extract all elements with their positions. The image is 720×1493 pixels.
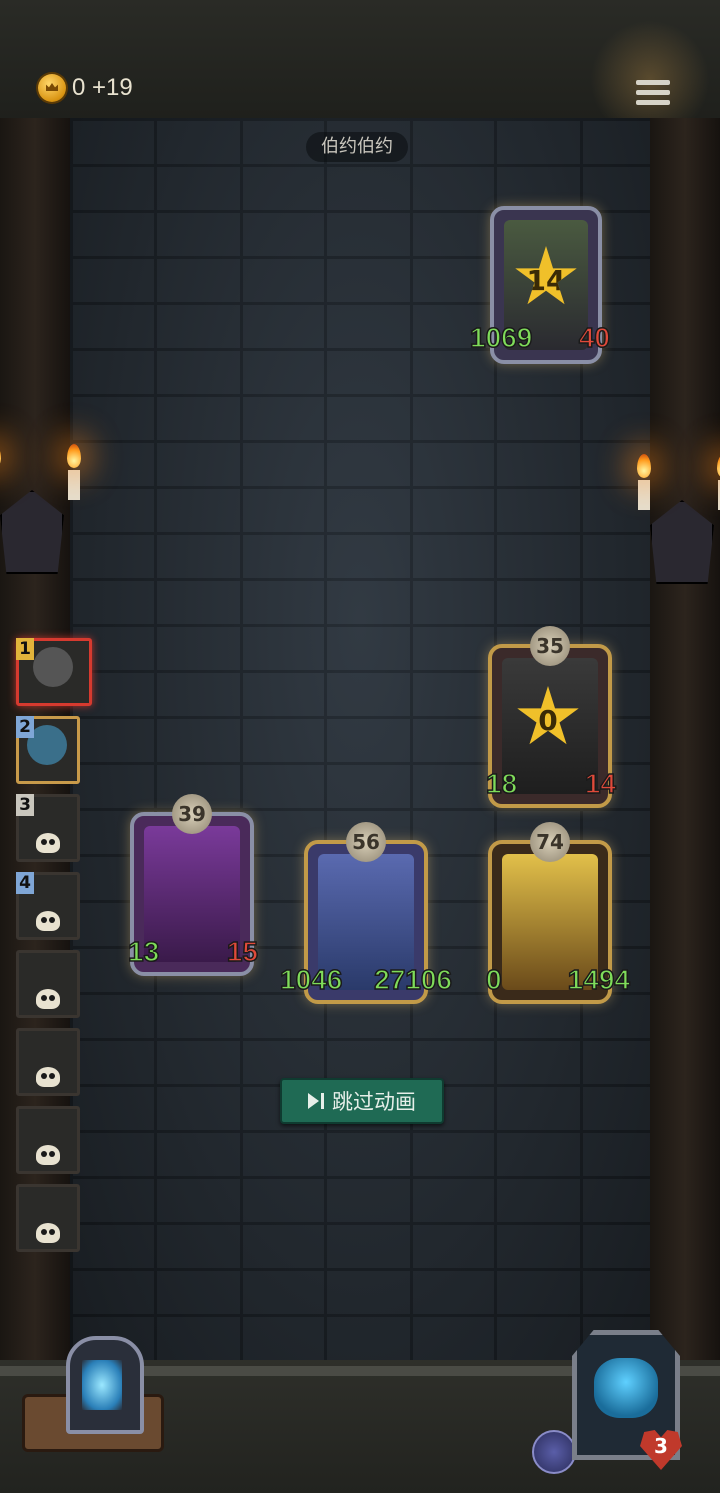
location-label: 伯约伯约 — [306, 132, 408, 162]
lightning-icon — [82, 1360, 122, 1410]
card-health: 15 — [226, 935, 259, 968]
queue-slot-8[interactable] — [16, 1184, 80, 1252]
card-level: 35 — [530, 626, 570, 666]
card-level: 56 — [346, 822, 386, 862]
queue-slot-2[interactable]: 2 — [16, 716, 80, 784]
board-card-1[interactable]: 39 13 15 — [127, 794, 259, 976]
card-attack: 1046 — [279, 963, 343, 996]
enemy-card[interactable]: 14 1069 40 — [469, 206, 611, 364]
board-card-2[interactable]: 56 1046 27106 — [279, 822, 453, 1004]
card-attack: 18 — [485, 767, 518, 800]
right-torch — [630, 440, 720, 590]
card-health: 14 — [584, 767, 617, 800]
left-torch — [0, 430, 90, 580]
card-health: 27106 — [373, 963, 452, 996]
menu-icon[interactable] — [636, 80, 670, 110]
card-attack: 13 — [127, 935, 160, 968]
shield-icon[interactable] — [532, 1430, 576, 1474]
skip-icon — [308, 1093, 324, 1109]
board-card-3[interactable]: 74 0 1494 — [485, 822, 631, 1004]
skull-icon — [36, 1145, 60, 1165]
card-level: 39 — [172, 794, 212, 834]
skull-icon — [36, 1223, 60, 1243]
queue-slot-3[interactable]: 3 — [16, 794, 80, 862]
queue-slot-7[interactable] — [16, 1106, 80, 1174]
chest-portal[interactable] — [22, 1336, 164, 1452]
crown-coin-icon — [38, 74, 66, 102]
enemy-health: 40 — [578, 321, 611, 354]
queue-slot-6[interactable] — [16, 1028, 80, 1096]
queue-slot-4[interactable]: 4 — [16, 872, 80, 940]
skull-icon — [36, 833, 60, 853]
board-card-top-right[interactable]: 35 0 18 14 — [485, 626, 617, 808]
enemy-attack: 1069 — [469, 321, 533, 354]
card-attack: 0 — [485, 963, 502, 996]
top-bar: 0 +19 — [0, 0, 720, 140]
queue-slot-1[interactable]: 1 — [16, 638, 92, 706]
gold-counter: 0 +19 — [72, 74, 133, 101]
card-health: 1494 — [567, 963, 631, 996]
card-level: 74 — [530, 822, 570, 862]
turn-queue: 1 2 3 4 — [16, 638, 92, 1262]
skull-icon — [36, 1067, 60, 1087]
right-pillar — [650, 118, 720, 1378]
queue-slot-5[interactable] — [16, 950, 80, 1018]
skull-icon — [36, 911, 60, 931]
skull-icon — [36, 989, 60, 1009]
hero-portrait — [594, 1358, 658, 1418]
skip-animation-button[interactable]: 跳过动画 — [280, 1078, 444, 1124]
